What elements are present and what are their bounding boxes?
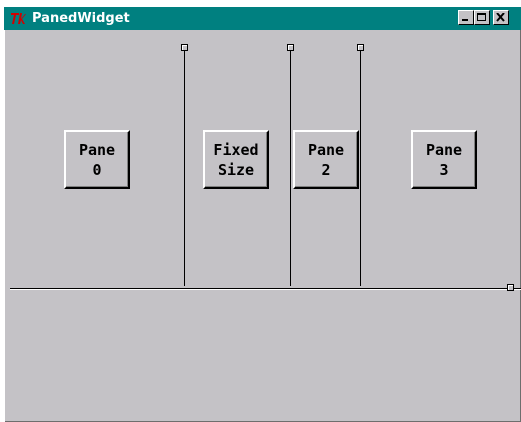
minimize-icon (462, 19, 468, 21)
app-window (4, 7, 521, 422)
sash-handle-2[interactable] (287, 44, 294, 51)
fixed-size-button[interactable]: Fixed Size (203, 130, 269, 189)
pane-2-label: Pane 2 (307, 140, 345, 179)
sash-handle-1[interactable] (181, 44, 188, 51)
close-button[interactable] (493, 10, 509, 25)
maximize-icon (477, 13, 486, 21)
minimize-button[interactable] (458, 10, 474, 25)
pane-separator-2[interactable] (290, 47, 291, 286)
maximize-button[interactable] (474, 10, 490, 25)
sash-handle-horizontal[interactable] (507, 284, 514, 291)
pane-2-button[interactable]: Pane 2 (293, 130, 359, 189)
pane-0-label: Pane 0 (78, 140, 116, 179)
pane-0-button[interactable]: Pane 0 (64, 130, 130, 189)
pane-separator-1[interactable] (184, 47, 185, 286)
title-bar[interactable]: PanedWidget (4, 7, 521, 30)
pane-3-button[interactable]: Pane 3 (411, 130, 477, 189)
window-title: PanedWidget (32, 11, 130, 26)
pane-3-label: Pane 3 (425, 140, 463, 179)
close-icon (496, 13, 505, 22)
tk-icon (10, 11, 26, 26)
pane-separator-3[interactable] (360, 47, 361, 286)
horizontal-separator-highlight (10, 289, 521, 290)
fixed-size-label: Fixed Size (213, 140, 259, 179)
sash-handle-3[interactable] (357, 44, 364, 51)
